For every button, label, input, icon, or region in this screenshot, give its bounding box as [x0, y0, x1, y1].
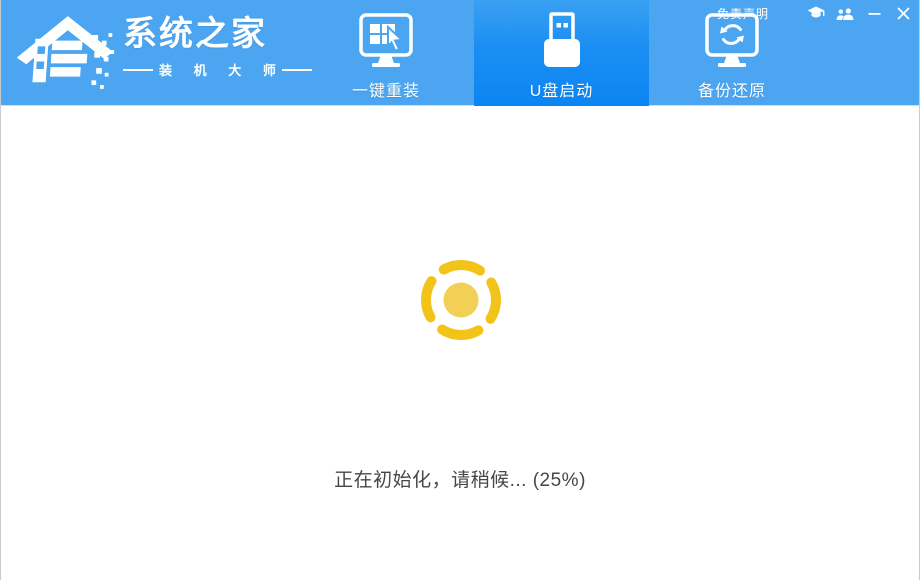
loading-spinner-icon [413, 252, 509, 348]
users-icon[interactable] [835, 6, 855, 22]
subtitle-dash-left [123, 69, 153, 71]
window-controls: 免责声明 [717, 5, 913, 22]
close-icon[interactable] [893, 6, 913, 22]
house-logo-icon [13, 6, 117, 98]
status-text: 正在初始化，请稍候... (25%) [1, 465, 919, 492]
graduation-cap-icon[interactable] [806, 6, 826, 22]
tab-usb-boot[interactable]: U盘启动 [474, 0, 649, 106]
logo-text: 系统之家 装 机 大 师 [123, 16, 312, 79]
tab-label-usb: U盘启动 [530, 77, 594, 101]
logo-subtitle-text: 装 机 大 师 [159, 60, 285, 79]
monitor-windows-cursor-icon [355, 11, 417, 73]
logo-subtitle: 装 机 大 师 [123, 60, 312, 79]
app-logo: 系统之家 装 机 大 师 [13, 6, 312, 98]
tab-label-reinstall: 一键重装 [352, 77, 420, 101]
app-window: 系统之家 装 机 大 师 [0, 0, 920, 580]
minimize-icon[interactable] [864, 6, 884, 22]
app-header: 系统之家 装 机 大 师 [1, 0, 919, 106]
disclaimer-link[interactable]: 免责声明 [717, 5, 769, 22]
tab-label-backup: 备份还原 [698, 77, 766, 101]
usb-drive-icon [540, 11, 584, 73]
tab-one-click-reinstall[interactable]: 一键重装 [298, 0, 474, 106]
main-content: 正在初始化，请稍候... (25%) [1, 107, 919, 580]
logo-title: 系统之家 [123, 16, 312, 53]
